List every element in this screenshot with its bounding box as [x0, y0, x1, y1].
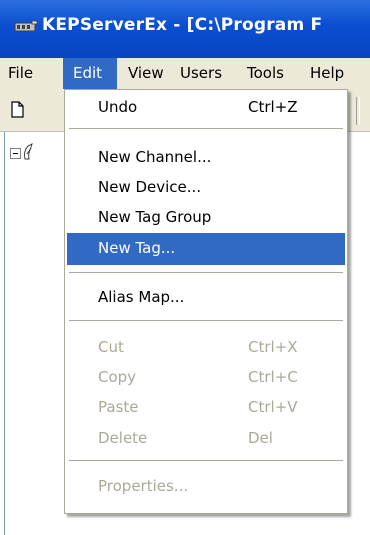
- menu-item-shortcut: Ctrl+Z: [248, 98, 298, 116]
- menu-item-new-device[interactable]: New Device...: [67, 172, 345, 204]
- menu-item-shortcut: Ctrl+X: [248, 338, 298, 356]
- menu-item-label: New Device...: [98, 178, 202, 196]
- menu-item-delete[interactable]: Delete Del: [67, 423, 345, 455]
- menu-view[interactable]: View: [128, 64, 164, 82]
- menu-separator: [69, 128, 343, 129]
- menu-item-shortcut: Ctrl+C: [248, 368, 298, 386]
- tree-collapse-icon[interactable]: [10, 148, 21, 159]
- menu-item-alias-map[interactable]: Alias Map...: [67, 282, 345, 314]
- menu-tools[interactable]: Tools: [247, 64, 284, 82]
- menu-file[interactable]: File: [8, 64, 33, 82]
- kepserver-app-icon: [14, 20, 38, 32]
- channel-tree-icon: [23, 143, 33, 160]
- menu-separator: [69, 460, 343, 461]
- menu-bar: File View Users Tools Help: [0, 58, 370, 89]
- menu-item-new-channel[interactable]: New Channel...: [67, 142, 345, 174]
- menu-item-properties[interactable]: Properties...: [67, 471, 345, 503]
- menu-item-label: New Tag Group: [98, 208, 212, 226]
- menu-item-shortcut: Ctrl+V: [248, 398, 298, 416]
- menu-help[interactable]: Help: [310, 64, 344, 82]
- menu-item-undo[interactable]: Undo Ctrl+Z: [67, 92, 345, 124]
- menu-users[interactable]: Users: [180, 64, 222, 82]
- menu-item-label: Alias Map...: [98, 288, 185, 306]
- window-title: KEPServerEx - [C:\Program F: [42, 15, 323, 35]
- menu-item-cut[interactable]: Cut Ctrl+X: [67, 332, 345, 364]
- menu-item-label: New Channel...: [98, 148, 212, 166]
- menu-item-paste[interactable]: Paste Ctrl+V: [67, 392, 345, 424]
- menu-item-label: Copy: [98, 368, 137, 386]
- menu-separator: [69, 320, 343, 321]
- menu-item-new-tag[interactable]: New Tag...: [67, 233, 345, 265]
- menu-item-new-tag-group[interactable]: New Tag Group: [67, 202, 345, 234]
- edit-menu-dropdown: Undo Ctrl+Z New Channel... New Device...…: [64, 89, 348, 514]
- menu-edit-label: Edit: [73, 64, 103, 82]
- pane-border: [4, 132, 5, 535]
- menu-item-label: Undo: [98, 98, 138, 116]
- menu-item-label: New Tag...: [98, 239, 176, 257]
- menu-item-label: Delete: [98, 429, 148, 447]
- menu-item-shortcut: Del: [248, 429, 273, 447]
- toolbar-separator: [356, 97, 360, 125]
- menu-separator: [69, 272, 343, 273]
- menu-item-label: Paste: [98, 398, 139, 416]
- menu-item-label: Cut: [98, 338, 124, 356]
- menu-edit[interactable]: Edit: [63, 58, 117, 89]
- menu-item-label: Properties...: [98, 477, 189, 495]
- new-page-icon[interactable]: [11, 101, 24, 118]
- title-bar[interactable]: KEPServerEx - [C:\Program F: [0, 0, 370, 58]
- menu-item-copy[interactable]: Copy Ctrl+C: [67, 362, 345, 394]
